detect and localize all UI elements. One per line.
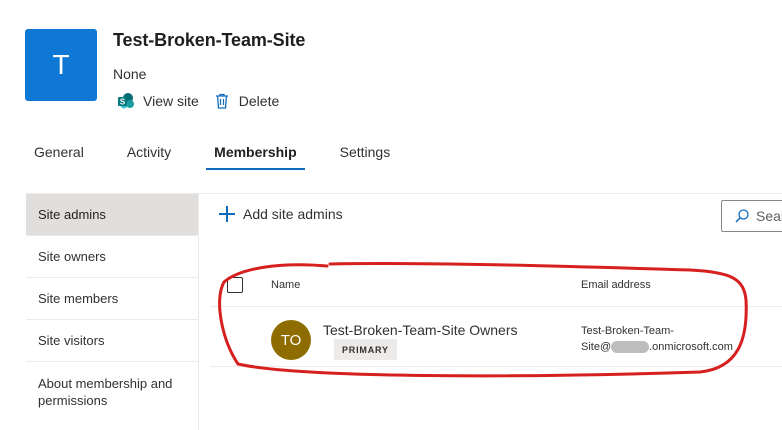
membership-nav: Site admins Site owners Site members Sit… xyxy=(26,194,198,422)
sharepoint-icon: S xyxy=(118,93,134,109)
row-group-name[interactable]: Test-Broken-Team-Site Owners xyxy=(323,322,518,338)
column-header-email[interactable]: Email address xyxy=(581,279,651,291)
primary-badge: PRIMARY xyxy=(334,339,397,360)
email-prefix: Site@ xyxy=(581,341,612,353)
svg-text:S: S xyxy=(120,98,126,107)
search-input[interactable]: Sear xyxy=(721,200,782,232)
avatar: TO xyxy=(271,320,311,360)
search-placeholder: Sear xyxy=(756,208,782,224)
row-email: Test-Broken-Team- Site@ .onmicrosoft.com xyxy=(581,323,761,355)
tab-activity[interactable]: Activity xyxy=(119,140,179,170)
redaction-blur xyxy=(611,341,650,354)
site-tile-letter: T xyxy=(52,49,70,80)
nav-item-site-owners[interactable]: Site owners xyxy=(26,236,198,278)
add-site-admins-button[interactable]: Add site admins xyxy=(218,205,343,223)
tab-bar: General Activity Membership Settings xyxy=(26,140,425,170)
nav-item-site-admins[interactable]: Site admins xyxy=(26,194,198,236)
table-row[interactable]: TO Test-Broken-Team-Site Owners PRIMARY … xyxy=(210,307,782,367)
view-site-button[interactable]: S View site xyxy=(117,92,199,110)
nav-divider xyxy=(198,194,199,430)
search-icon xyxy=(735,209,749,223)
column-header-name[interactable]: Name xyxy=(271,279,300,291)
table-header: Name Email address xyxy=(210,265,782,307)
site-tile: T xyxy=(25,29,97,101)
nav-item-site-members[interactable]: Site members xyxy=(26,278,198,320)
delete-label: Delete xyxy=(238,93,280,109)
nav-item-site-visitors[interactable]: Site visitors xyxy=(26,320,198,362)
delete-button[interactable]: Delete xyxy=(213,92,279,110)
site-actions: S View site Delete xyxy=(117,92,293,110)
admin-page: T Test-Broken-Team-Site None S View site… xyxy=(0,0,782,430)
email-line-1: Test-Broken-Team- xyxy=(581,325,674,337)
nav-item-about-membership[interactable]: About membership and permissions xyxy=(26,362,198,422)
add-site-admins-label: Add site admins xyxy=(243,206,343,222)
tab-general[interactable]: General xyxy=(26,140,92,170)
plus-icon xyxy=(218,205,236,223)
email-suffix: .onmicrosoft.com xyxy=(649,341,733,353)
site-description: None xyxy=(113,66,147,82)
page-title: Test-Broken-Team-Site xyxy=(113,30,306,50)
view-site-label: View site xyxy=(143,93,199,109)
select-all-checkbox[interactable] xyxy=(227,277,243,293)
tab-membership[interactable]: Membership xyxy=(206,140,306,170)
tab-settings[interactable]: Settings xyxy=(332,140,399,170)
trash-icon xyxy=(215,93,228,109)
